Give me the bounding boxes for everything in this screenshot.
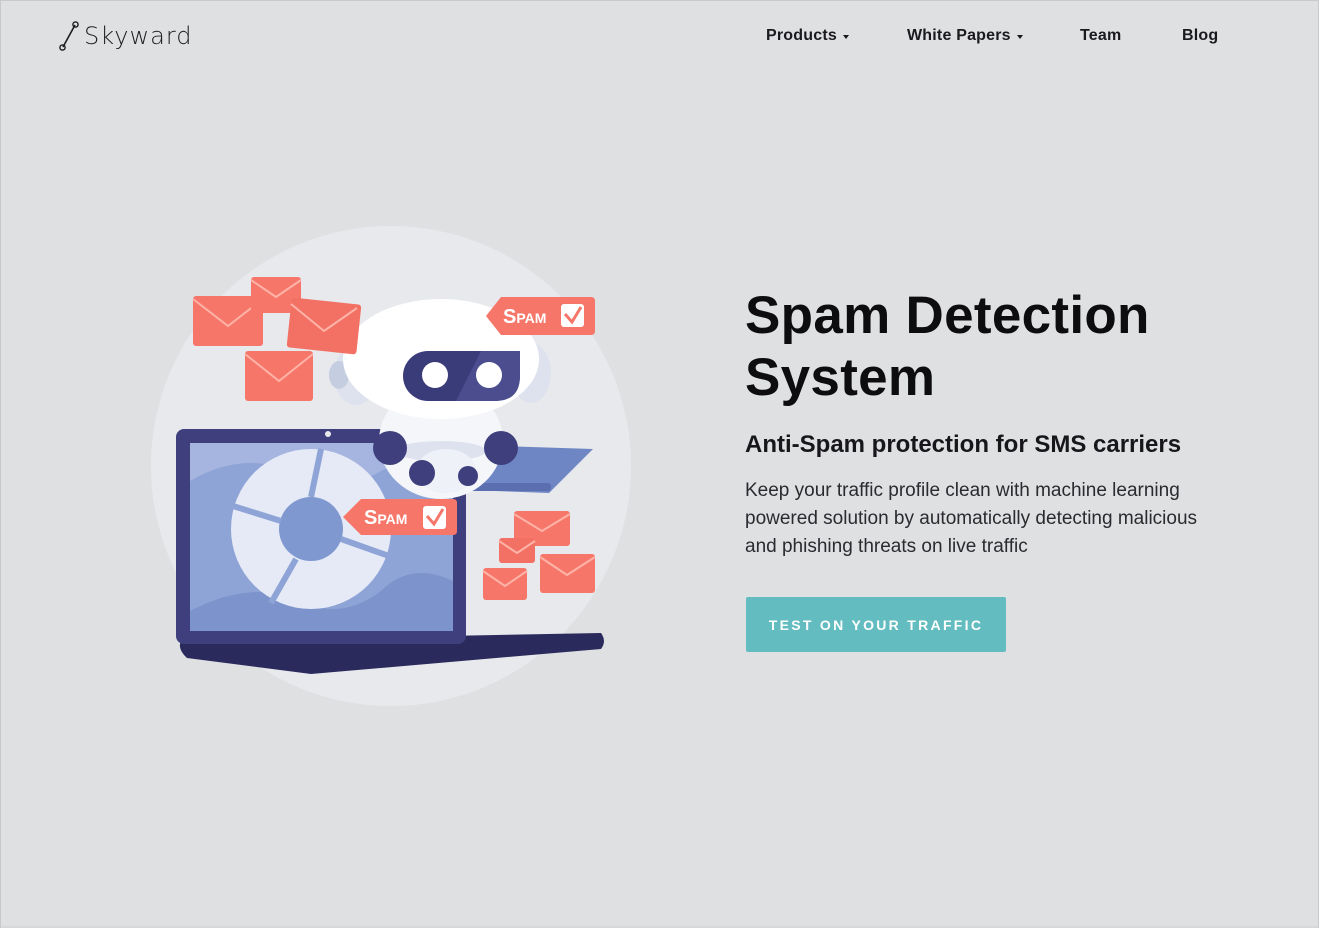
- nav-item-label: Products: [766, 27, 837, 44]
- nav-item-blog[interactable]: Blog: [1182, 25, 1218, 47]
- envelope-icon: [539, 554, 596, 593]
- hero-subtitle: Anti-Spam protection for SMS carriers: [745, 431, 1182, 458]
- envelope-icon: [286, 297, 362, 355]
- nav-item-team[interactable]: Team: [1080, 25, 1121, 47]
- envelope-icon: [244, 351, 314, 401]
- caret-down-icon: [1016, 34, 1023, 39]
- page: Skyward Products White Papers Team Blog: [0, 0, 1319, 928]
- envelope-icon: [498, 538, 536, 563]
- nav-item-label: White Papers: [907, 27, 1011, 44]
- hero-title-line: Spam Detection: [745, 286, 1150, 345]
- spam-badge-top: Spam: [486, 297, 595, 335]
- spam-badge-label: Spam: [503, 306, 546, 328]
- nav-item-white-papers[interactable]: White Papers: [907, 25, 1023, 47]
- brand-logo[interactable]: Skyward: [59, 20, 193, 52]
- hero-description: Keep your traffic profile clean with mac…: [745, 480, 1198, 557]
- nav-item-products[interactable]: Products: [766, 25, 849, 47]
- logo-mark-icon: [59, 21, 79, 51]
- spam-badge-middle: Spam: [343, 499, 457, 535]
- test-on-your-traffic-button[interactable]: TEST ON YOUR TRAFFIC: [746, 597, 1006, 652]
- nav-item-label: Blog: [1182, 27, 1219, 44]
- hero-title-line: System: [745, 348, 936, 407]
- envelope-icon: [482, 568, 528, 600]
- nav-item-label: Team: [1080, 27, 1122, 44]
- caret-down-icon: [842, 34, 849, 39]
- brand-name: Skyward: [84, 22, 193, 50]
- robot-eye: [422, 362, 448, 388]
- spam-badge-label: Spam: [364, 507, 407, 529]
- hero-title: Spam Detection System: [745, 285, 1265, 409]
- spam-robot-illustration: Spam Spam: [151, 226, 631, 706]
- hero-section: Spam Detection System Anti-Spam protecti…: [745, 285, 1265, 561]
- robot-eye: [476, 362, 502, 388]
